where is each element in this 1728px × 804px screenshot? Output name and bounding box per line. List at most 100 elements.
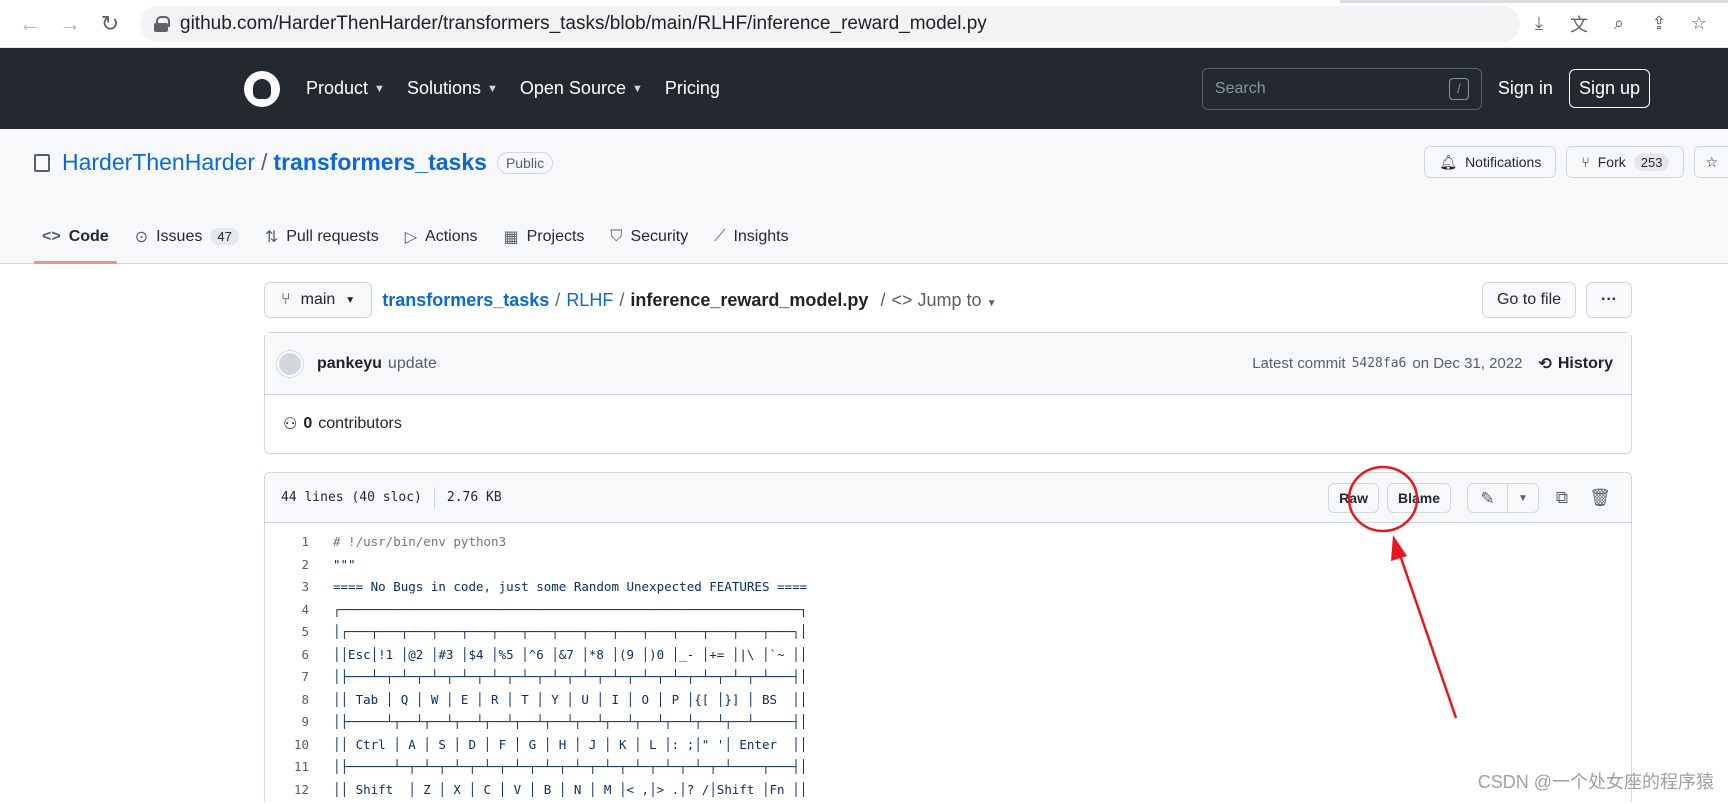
nav-product[interactable]: Product ▼ [306,78,385,99]
line-number[interactable]: 1 [265,531,309,554]
line-number[interactable]: 6 [265,644,309,667]
line-number[interactable]: 3 [265,576,309,599]
github-logo-icon[interactable] [244,70,280,107]
url-text: github.com/HarderThenHarder/transformers… [180,12,987,34]
breadcrumb-folder-link[interactable]: RLHF [566,290,613,311]
repo-name-link[interactable]: transformers_tasks [273,149,487,176]
line-number[interactable]: 11 [265,756,309,779]
caret-down-icon: ▼ [345,294,356,306]
fork-button[interactable]: ⑂ Fork 253 [1566,146,1685,178]
table-icon: ▦ [503,228,519,246]
share-icon[interactable]: ⇪ [1646,11,1672,37]
history-icon: ⟲ [1538,355,1552,373]
contributors-row[interactable]: ⚇ 0 contributors [265,395,1631,453]
code-view: 1 # !/usr/bin/env python3 2 """ 3 ==== No Bug… [265,523,1631,802]
header-nav: Product ▼ Solutions ▼ Open Source ▼ Pricing [306,78,720,99]
code-line: 3 ==== No Bugs in code, just some Random … [265,576,1631,599]
divider [433,486,435,509]
github-header: Product ▼ Solutions ▼ Open Source ▼ Pricing… [0,48,1728,129]
line-number[interactable]: 13 [265,801,309,802]
repo-tabs: <> Code ⊙ Issues 47 ⇅ Pull requests ▷ Actions… [34,209,797,264]
code-icon: <> [891,289,913,310]
blame-button[interactable]: Blame [1386,482,1451,513]
visibility-badge: Public [496,151,554,174]
line-content: │└─────┬──┴┬──┴──┬┴───┴───┴───┴───┴───┴─… [309,801,807,802]
raw-button[interactable]: Raw [1328,482,1379,513]
bell-icon: 🔔︎ [1439,153,1458,170]
reload-icon[interactable]: ↻ [92,6,128,42]
go-to-file-button[interactable]: Go to file [1481,282,1577,318]
translate-icon[interactable]: 文 [1566,11,1592,37]
repo-title: HarderThenHarder / transformers_tasks Pu… [34,149,554,176]
commit-message-link[interactable]: update [388,355,437,373]
avatar[interactable] [277,350,303,377]
tab-projects[interactable]: ▦ Projects [496,209,593,264]
contributors-count: 0 [303,415,313,432]
commit-hash-link[interactable]: 5428fa6 [1352,356,1407,371]
code-icon: <> [42,227,61,245]
line-number[interactable]: 10 [265,734,309,757]
line-number[interactable]: 5 [265,621,309,644]
bookmark-icon[interactable]: ☆ [1686,11,1712,37]
sign-in-link[interactable]: Sign in [1498,78,1553,99]
line-number[interactable]: 8 [265,689,309,712]
trash-icon[interactable]: 🗑︎ [1585,483,1615,513]
line-number[interactable]: 9 [265,711,309,734]
browser-toolbar: ← → ↻ github.com/HarderThenHarder/transf… [0,0,1728,48]
breadcrumb: transformers_tasks / RLHF / inference_re… [382,289,997,311]
caret-down-icon[interactable]: ▼ [1508,484,1538,514]
code-line: 13│└─────┬──┴┬──┴──┬┴───┴───┴───┴───┴───… [265,801,1631,802]
commit-author-link[interactable]: pankeyu [317,355,382,373]
fork-icon: ⑂ [1581,154,1590,170]
contributors-label: contributors [318,415,402,432]
tab-pull-requests[interactable]: ⇅ Pull requests [257,209,387,264]
notifications-button[interactable]: 🔔︎ Notifications [1424,146,1557,178]
search-shortcut-key: / [1448,77,1469,100]
star-button[interactable]: ☆ [1694,146,1728,178]
watermark: CSDN @一个处女座的程序猿 [1477,772,1714,792]
tab-insights[interactable]: ⟋ Insights [706,209,796,264]
breadcrumb-repo-link[interactable]: transformers_tasks [382,290,549,311]
jump-to-dropdown[interactable]: <> Jump to ▼ [891,290,996,311]
nav-pricing[interactable]: Pricing [665,78,720,99]
repo-owner-link[interactable]: HarderThenHarder [62,149,255,176]
line-content: │├───┴─┬─┴─┬─┴─┬─┴─┬─┴─┬─┴─┬─┴─┬─┴─┬─┴─┬… [333,669,808,684]
path-bar: ⑂ main ▼ transformers_tasks / RLHF / inf… [264,282,1632,318]
branch-select-button[interactable]: ⑂ main ▼ [264,282,373,318]
line-content: """ [333,556,356,572]
chevron-down-icon: ▼ [374,82,385,95]
latest-commit-row: pankeyu update Latest commit 5428fa6 on … [265,333,1631,395]
search-input[interactable]: Search / [1201,67,1482,110]
address-bar[interactable]: github.com/HarderThenHarder/transformers… [140,5,1520,42]
copy-icon[interactable]: ⧉ [1547,483,1577,513]
code-line: 10 ││ Ctrl │ A │ S │ D │ F │ G │ H │ J │ … [265,734,1631,757]
code-line: 4 ┌──────────────────────────────────────… [265,599,1631,622]
line-number[interactable]: 4 [265,599,309,622]
line-content: │├──────┴─┬─┴─┬─┴─┬─┴─┬─┴─┬─┴─┬─┴─┬─┴─┬─… [333,759,808,774]
back-icon[interactable]: ← [12,6,48,42]
line-number[interactable]: 2 [265,554,309,577]
line-content: # !/usr/bin/env python3 [333,534,507,549]
code-line: 2 """ [265,554,1631,577]
line-number[interactable]: 7 [265,666,309,689]
forward-icon[interactable]: → [52,6,88,42]
issue-icon: ⊙ [134,228,149,246]
download-icon[interactable]: ⤓ [1526,11,1552,37]
file-size: 2.76 KB [446,490,502,505]
tab-issues[interactable]: ⊙ Issues 47 [127,209,247,264]
nav-open-source[interactable]: Open Source ▼ [520,78,643,99]
line-content: ┌───────────────────────────────────────… [333,601,808,617]
tab-security[interactable]: ⛉ Security [602,209,696,264]
sign-up-button[interactable]: Sign up [1568,69,1650,108]
zoom-icon[interactable]: ⌕ [1606,11,1632,37]
history-link[interactable]: ⟲ History [1538,354,1613,374]
tab-code[interactable]: <> Code [34,209,117,264]
nav-solutions[interactable]: Solutions ▼ [407,78,498,99]
code-line: 12 ││ Shift │ Z │ X │ C │ V │ B │ N │ M │… [265,779,1631,802]
line-number[interactable]: 12 [265,779,309,802]
line-content: │├─────┴┬──┴┬──┴┬──┴┬──┴┬──┴┬──┴┬──┴┬──┴… [333,714,808,729]
file-box: 44 lines (40 sloc) 2.76 KB Raw Blame ✎ ▼… [264,472,1632,802]
pencil-icon[interactable]: ✎ [1468,483,1508,514]
more-options-button[interactable]: ··· [1586,282,1632,318]
tab-actions[interactable]: ▷ Actions [397,209,486,264]
